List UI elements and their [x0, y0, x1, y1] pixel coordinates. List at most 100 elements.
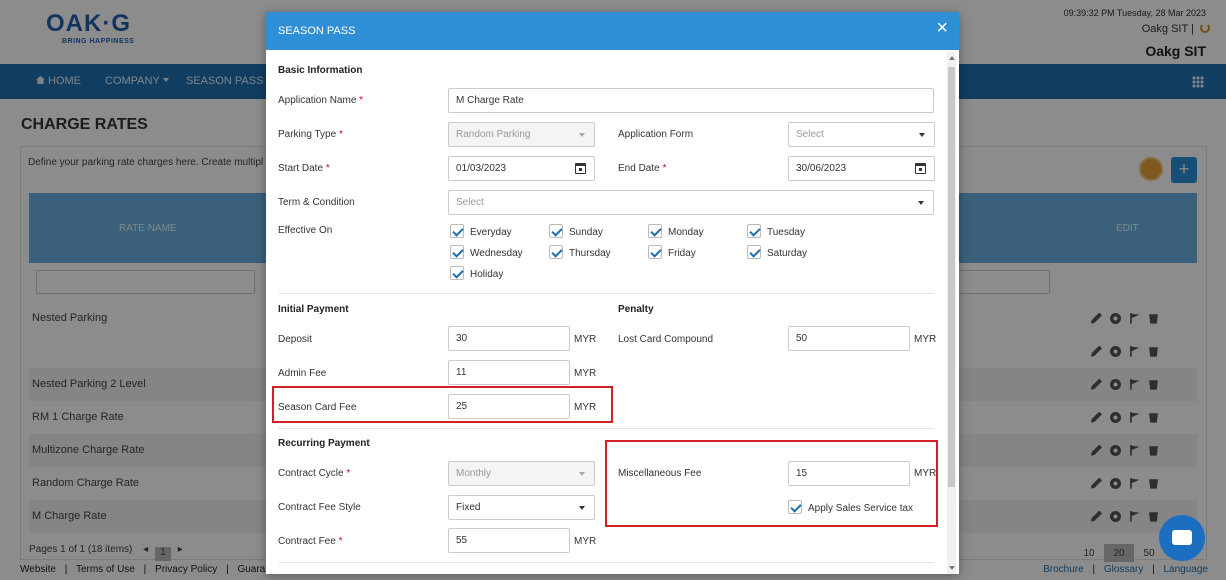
scroll-down-icon[interactable]: [949, 566, 955, 570]
checkbox-label: Friday: [668, 248, 696, 259]
checkbox-checked-icon[interactable]: [450, 266, 464, 280]
section-recurring-payment: Recurring Payment: [278, 438, 370, 449]
checkbox-everyday[interactable]: Everyday: [450, 224, 512, 238]
lost-card-compound-label: Lost Card Compound: [618, 334, 714, 345]
term-condition-select[interactable]: Select: [448, 190, 934, 215]
effective-on-label: Effective On: [278, 225, 333, 236]
chat-icon[interactable]: [1159, 515, 1205, 561]
checkbox-checked-icon[interactable]: [648, 245, 662, 259]
modal-scrollbar[interactable]: [947, 52, 956, 574]
deposit-unit: MYR: [574, 334, 597, 345]
checkbox-monday[interactable]: Monday: [648, 224, 704, 238]
chevron-down-icon: [579, 506, 585, 510]
end-date-label-text: End Date: [618, 163, 660, 174]
contract-fee-label: Contract Fee *: [278, 536, 343, 547]
highlight-misc-fee: [605, 440, 938, 527]
required-mark: *: [338, 129, 343, 140]
parking-type-select: Random Parking: [448, 122, 595, 147]
checkbox-checked-icon[interactable]: [549, 245, 563, 259]
section-divider: [278, 293, 934, 294]
scroll-thumb[interactable]: [948, 67, 955, 487]
start-date-label-text: Start Date: [278, 163, 324, 174]
end-date-value: 30/06/2023: [796, 163, 847, 174]
parking-type-value: Random Parking: [456, 129, 531, 140]
section-divider: [278, 562, 934, 563]
deposit-input[interactable]: 30: [448, 326, 570, 351]
checkbox-saturday[interactable]: Saturday: [747, 245, 807, 259]
calendar-icon[interactable]: [915, 163, 926, 174]
checkbox-tuesday[interactable]: Tuesday: [747, 224, 805, 238]
required-mark: *: [325, 163, 330, 174]
checkbox-label: Tuesday: [767, 227, 805, 238]
lost-card-compound-input[interactable]: 50: [788, 326, 910, 351]
checkbox-wednesday[interactable]: Wednesday: [450, 245, 523, 259]
application-name-input[interactable]: M Charge Rate: [448, 88, 934, 113]
lost-card-unit: MYR: [914, 334, 937, 345]
contract-cycle-label-text: Contract Cycle: [278, 468, 344, 479]
checkbox-label: Saturday: [767, 248, 808, 259]
admin-fee-unit: MYR: [574, 368, 597, 379]
scroll-up-icon[interactable]: [949, 56, 955, 60]
start-date-label: Start Date *: [278, 163, 330, 174]
checkbox-checked-icon[interactable]: [549, 224, 563, 238]
checkbox-thursday[interactable]: Thursday: [549, 245, 611, 259]
chevron-down-icon: [919, 133, 925, 137]
checkbox-label: Holiday: [470, 269, 504, 280]
checkbox-sunday[interactable]: Sunday: [549, 224, 603, 238]
section-penalty: Penalty: [618, 304, 654, 315]
application-name-label-text: Application Name: [278, 95, 357, 106]
checkbox-label: Monday: [668, 227, 704, 238]
end-date-label: End Date *: [618, 163, 666, 174]
term-condition-value: Select: [456, 197, 484, 208]
chevron-down-icon: [918, 201, 924, 205]
application-form-label: Application Form: [618, 129, 694, 140]
application-form-value: Select: [796, 129, 824, 140]
required-mark: *: [338, 536, 343, 547]
contract-fee-style-label: Contract Fee Style: [278, 502, 361, 513]
admin-fee-input[interactable]: 11: [448, 360, 570, 385]
parking-type-label-text: Parking Type: [278, 129, 337, 140]
section-divider: [278, 428, 934, 429]
contract-fee-style-select[interactable]: Fixed: [448, 495, 595, 520]
checkbox-checked-icon[interactable]: [450, 245, 464, 259]
checkbox-checked-icon[interactable]: [648, 224, 662, 238]
required-mark: *: [662, 163, 667, 174]
checkbox-label: Thursday: [569, 248, 611, 259]
modal-header: SEASON PASS ×: [266, 12, 959, 50]
contract-fee-label-text: Contract Fee: [278, 536, 336, 547]
start-date-value: 01/03/2023: [456, 163, 507, 174]
required-mark: *: [359, 95, 364, 106]
checkbox-checked-icon[interactable]: [747, 224, 761, 238]
contract-fee-style-value: Fixed: [456, 502, 481, 513]
checkbox-label: Sunday: [569, 227, 603, 238]
application-form-select[interactable]: Select: [788, 122, 935, 147]
contract-cycle-select: Monthly: [448, 461, 595, 486]
checkbox-label: Everyday: [470, 227, 512, 238]
chevron-down-icon: [579, 472, 585, 476]
admin-fee-label: Admin Fee: [278, 368, 327, 379]
contract-fee-input[interactable]: 55: [448, 528, 570, 553]
start-date-input[interactable]: 01/03/2023: [448, 156, 595, 181]
checkbox-checked-icon[interactable]: [747, 245, 761, 259]
parking-type-label: Parking Type *: [278, 129, 343, 140]
contract-fee-unit: MYR: [574, 536, 597, 547]
contract-cycle-label: Contract Cycle *: [278, 468, 350, 479]
section-initial-payment: Initial Payment: [278, 304, 349, 315]
season-pass-modal: SEASON PASS × Basic Information Applicat…: [266, 12, 959, 574]
chevron-down-icon: [579, 133, 585, 137]
section-basic-information: Basic Information: [278, 65, 363, 76]
highlight-season-card-fee: [272, 386, 613, 423]
application-name-label: Application Name *: [278, 95, 363, 106]
checkbox-holiday[interactable]: Holiday: [450, 266, 503, 280]
required-mark: *: [346, 468, 351, 479]
checkbox-friday[interactable]: Friday: [648, 245, 696, 259]
checkbox-label: Wednesday: [470, 248, 523, 259]
term-condition-label: Term & Condition: [278, 197, 355, 208]
checkbox-checked-icon[interactable]: [450, 224, 464, 238]
calendar-icon[interactable]: [575, 163, 586, 174]
contract-cycle-value: Monthly: [456, 468, 492, 479]
close-icon[interactable]: ×: [936, 18, 948, 38]
deposit-label: Deposit: [278, 334, 312, 345]
modal-title: SEASON PASS: [278, 25, 356, 37]
end-date-input[interactable]: 30/06/2023: [788, 156, 935, 181]
